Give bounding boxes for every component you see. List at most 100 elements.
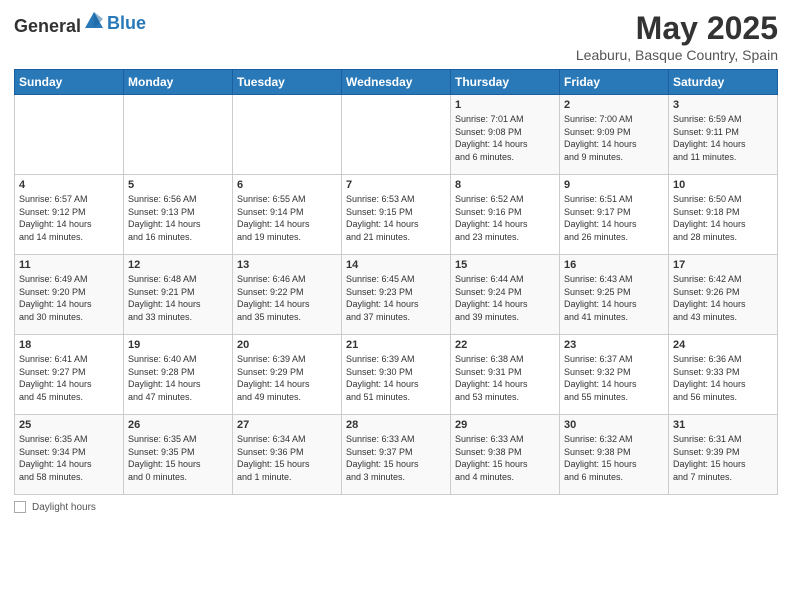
week-row-2: 4 Sunrise: 6:57 AM Sunset: 9:12 PM Daylig… [15, 175, 778, 255]
day-number: 4 [19, 179, 119, 191]
footer: Daylight hours [14, 501, 778, 513]
day-cell: 30 Sunrise: 6:32 AM Sunset: 9:38 PM Dayli… [560, 415, 669, 495]
day-number: 14 [346, 259, 446, 271]
day-number: 5 [128, 179, 228, 191]
day-info: Sunrise: 6:33 AM Sunset: 9:37 PM Dayligh… [346, 433, 446, 483]
day-number: 1 [455, 99, 555, 111]
day-cell: 3 Sunrise: 6:59 AM Sunset: 9:11 PM Daylig… [669, 95, 778, 175]
day-number: 12 [128, 259, 228, 271]
day-number: 15 [455, 259, 555, 271]
calendar: SundayMondayTuesdayWednesdayThursdayFrid… [14, 69, 778, 495]
day-cell: 23 Sunrise: 6:37 AM Sunset: 9:32 PM Dayli… [560, 335, 669, 415]
calendar-header: SundayMondayTuesdayWednesdayThursdayFrid… [15, 70, 778, 95]
day-number: 19 [128, 339, 228, 351]
day-cell: 9 Sunrise: 6:51 AM Sunset: 9:17 PM Daylig… [560, 175, 669, 255]
day-number: 29 [455, 419, 555, 431]
day-info: Sunrise: 6:33 AM Sunset: 9:38 PM Dayligh… [455, 433, 555, 483]
day-number: 28 [346, 419, 446, 431]
day-info: Sunrise: 6:39 AM Sunset: 9:29 PM Dayligh… [237, 353, 337, 403]
day-cell: 18 Sunrise: 6:41 AM Sunset: 9:27 PM Dayli… [15, 335, 124, 415]
day-info: Sunrise: 6:37 AM Sunset: 9:32 PM Dayligh… [564, 353, 664, 403]
day-info: Sunrise: 6:35 AM Sunset: 9:35 PM Dayligh… [128, 433, 228, 483]
daylight-box [14, 501, 26, 513]
title-block: May 2025 Leaburu, Basque Country, Spain [576, 10, 778, 63]
day-cell: 24Sunrise: 6:36 AM Sunset: 9:33 PM Dayli… [669, 335, 778, 415]
day-number: 11 [19, 259, 119, 271]
main-title: May 2025 [576, 10, 778, 47]
day-header-thursday: Thursday [451, 70, 560, 95]
day-info: Sunrise: 6:51 AM Sunset: 9:17 PM Dayligh… [564, 193, 664, 243]
day-cell: 25 Sunrise: 6:35 AM Sunset: 9:34 PM Dayli… [15, 415, 124, 495]
day-info: Sunrise: 6:53 AM Sunset: 9:15 PM Dayligh… [346, 193, 446, 243]
day-number: 22 [455, 339, 555, 351]
day-cell: 17Sunrise: 6:42 AM Sunset: 9:26 PM Dayli… [669, 255, 778, 335]
day-info: Sunrise: 6:52 AM Sunset: 9:16 PM Dayligh… [455, 193, 555, 243]
day-number: 25 [19, 419, 119, 431]
day-info: Sunrise: 6:39 AM Sunset: 9:30 PM Dayligh… [346, 353, 446, 403]
day-info: Sunrise: 6:56 AM Sunset: 9:13 PM Dayligh… [128, 193, 228, 243]
day-cell: 29 Sunrise: 6:33 AM Sunset: 9:38 PM Dayli… [451, 415, 560, 495]
day-info: Sunrise: 6:35 AM Sunset: 9:34 PM Dayligh… [19, 433, 119, 483]
page: General Blue May 2025 Leaburu, Basque Co… [0, 0, 792, 612]
day-cell: 31Sunrise: 6:31 AM Sunset: 9:39 PM Dayli… [669, 415, 778, 495]
day-info: Sunrise: 7:01 AM Sunset: 9:08 PM Dayligh… [455, 113, 555, 163]
daylight-label: Daylight hours [32, 502, 96, 513]
day-number: 16 [564, 259, 664, 271]
logo-general: General [14, 16, 81, 36]
day-number: 18 [19, 339, 119, 351]
day-cell: 6 Sunrise: 6:55 AM Sunset: 9:14 PM Daylig… [233, 175, 342, 255]
day-cell: 26Sunrise: 6:35 AM Sunset: 9:35 PM Dayli… [124, 415, 233, 495]
day-number: 17 [673, 259, 773, 271]
day-info: Sunrise: 6:32 AM Sunset: 9:38 PM Dayligh… [564, 433, 664, 483]
day-info: Sunrise: 6:59 AM Sunset: 9:11 PM Dayligh… [673, 113, 773, 163]
day-info: Sunrise: 6:41 AM Sunset: 9:27 PM Dayligh… [19, 353, 119, 403]
day-number: 2 [564, 99, 664, 111]
day-info: Sunrise: 6:45 AM Sunset: 9:23 PM Dayligh… [346, 273, 446, 323]
day-cell: 11 Sunrise: 6:49 AM Sunset: 9:20 PM Dayli… [15, 255, 124, 335]
day-number: 6 [237, 179, 337, 191]
logo-icon [83, 10, 105, 32]
day-cell: 5 Sunrise: 6:56 AM Sunset: 9:13 PM Daylig… [124, 175, 233, 255]
day-info: Sunrise: 7:00 AM Sunset: 9:09 PM Dayligh… [564, 113, 664, 163]
day-cell [15, 95, 124, 175]
day-cell: 19 Sunrise: 6:40 AM Sunset: 9:28 PM Dayli… [124, 335, 233, 415]
day-info: Sunrise: 6:44 AM Sunset: 9:24 PM Dayligh… [455, 273, 555, 323]
day-number: 27 [237, 419, 337, 431]
day-header-wednesday: Wednesday [342, 70, 451, 95]
day-cell: 12 Sunrise: 6:48 AM Sunset: 9:21 PM Dayli… [124, 255, 233, 335]
day-number: 23 [564, 339, 664, 351]
day-number: 30 [564, 419, 664, 431]
day-cell: 22 Sunrise: 6:38 AM Sunset: 9:31 PM Dayli… [451, 335, 560, 415]
day-info: Sunrise: 6:40 AM Sunset: 9:28 PM Dayligh… [128, 353, 228, 403]
day-header-monday: Monday [124, 70, 233, 95]
day-number: 20 [237, 339, 337, 351]
day-header-saturday: Saturday [669, 70, 778, 95]
week-row-5: 25 Sunrise: 6:35 AM Sunset: 9:34 PM Dayli… [15, 415, 778, 495]
day-number: 31 [673, 419, 773, 431]
day-cell [233, 95, 342, 175]
day-info: Sunrise: 6:38 AM Sunset: 9:31 PM Dayligh… [455, 353, 555, 403]
header-row: SundayMondayTuesdayWednesdayThursdayFrid… [15, 70, 778, 95]
day-cell: 4 Sunrise: 6:57 AM Sunset: 9:12 PM Daylig… [15, 175, 124, 255]
day-cell: 14 Sunrise: 6:45 AM Sunset: 9:23 PM Dayli… [342, 255, 451, 335]
day-info: Sunrise: 6:34 AM Sunset: 9:36 PM Dayligh… [237, 433, 337, 483]
day-number: 7 [346, 179, 446, 191]
day-info: Sunrise: 6:48 AM Sunset: 9:21 PM Dayligh… [128, 273, 228, 323]
week-row-1: 1 Sunrise: 7:01 AM Sunset: 9:08 PM Daylig… [15, 95, 778, 175]
day-cell: 16Sunrise: 6:43 AM Sunset: 9:25 PM Dayli… [560, 255, 669, 335]
week-row-4: 18 Sunrise: 6:41 AM Sunset: 9:27 PM Dayli… [15, 335, 778, 415]
day-cell: 21Sunrise: 6:39 AM Sunset: 9:30 PM Dayli… [342, 335, 451, 415]
day-number: 9 [564, 179, 664, 191]
day-info: Sunrise: 6:36 AM Sunset: 9:33 PM Dayligh… [673, 353, 773, 403]
day-cell: 27 Sunrise: 6:34 AM Sunset: 9:36 PM Dayli… [233, 415, 342, 495]
day-number: 3 [673, 99, 773, 111]
day-cell: 8Sunrise: 6:52 AM Sunset: 9:16 PM Daylig… [451, 175, 560, 255]
day-header-sunday: Sunday [15, 70, 124, 95]
logo-blue: Blue [107, 13, 146, 34]
day-info: Sunrise: 6:55 AM Sunset: 9:14 PM Dayligh… [237, 193, 337, 243]
day-cell: 28 Sunrise: 6:33 AM Sunset: 9:37 PM Dayli… [342, 415, 451, 495]
day-info: Sunrise: 6:49 AM Sunset: 9:20 PM Dayligh… [19, 273, 119, 323]
day-header-tuesday: Tuesday [233, 70, 342, 95]
day-info: Sunrise: 6:57 AM Sunset: 9:12 PM Dayligh… [19, 193, 119, 243]
logo: General Blue [14, 10, 146, 37]
